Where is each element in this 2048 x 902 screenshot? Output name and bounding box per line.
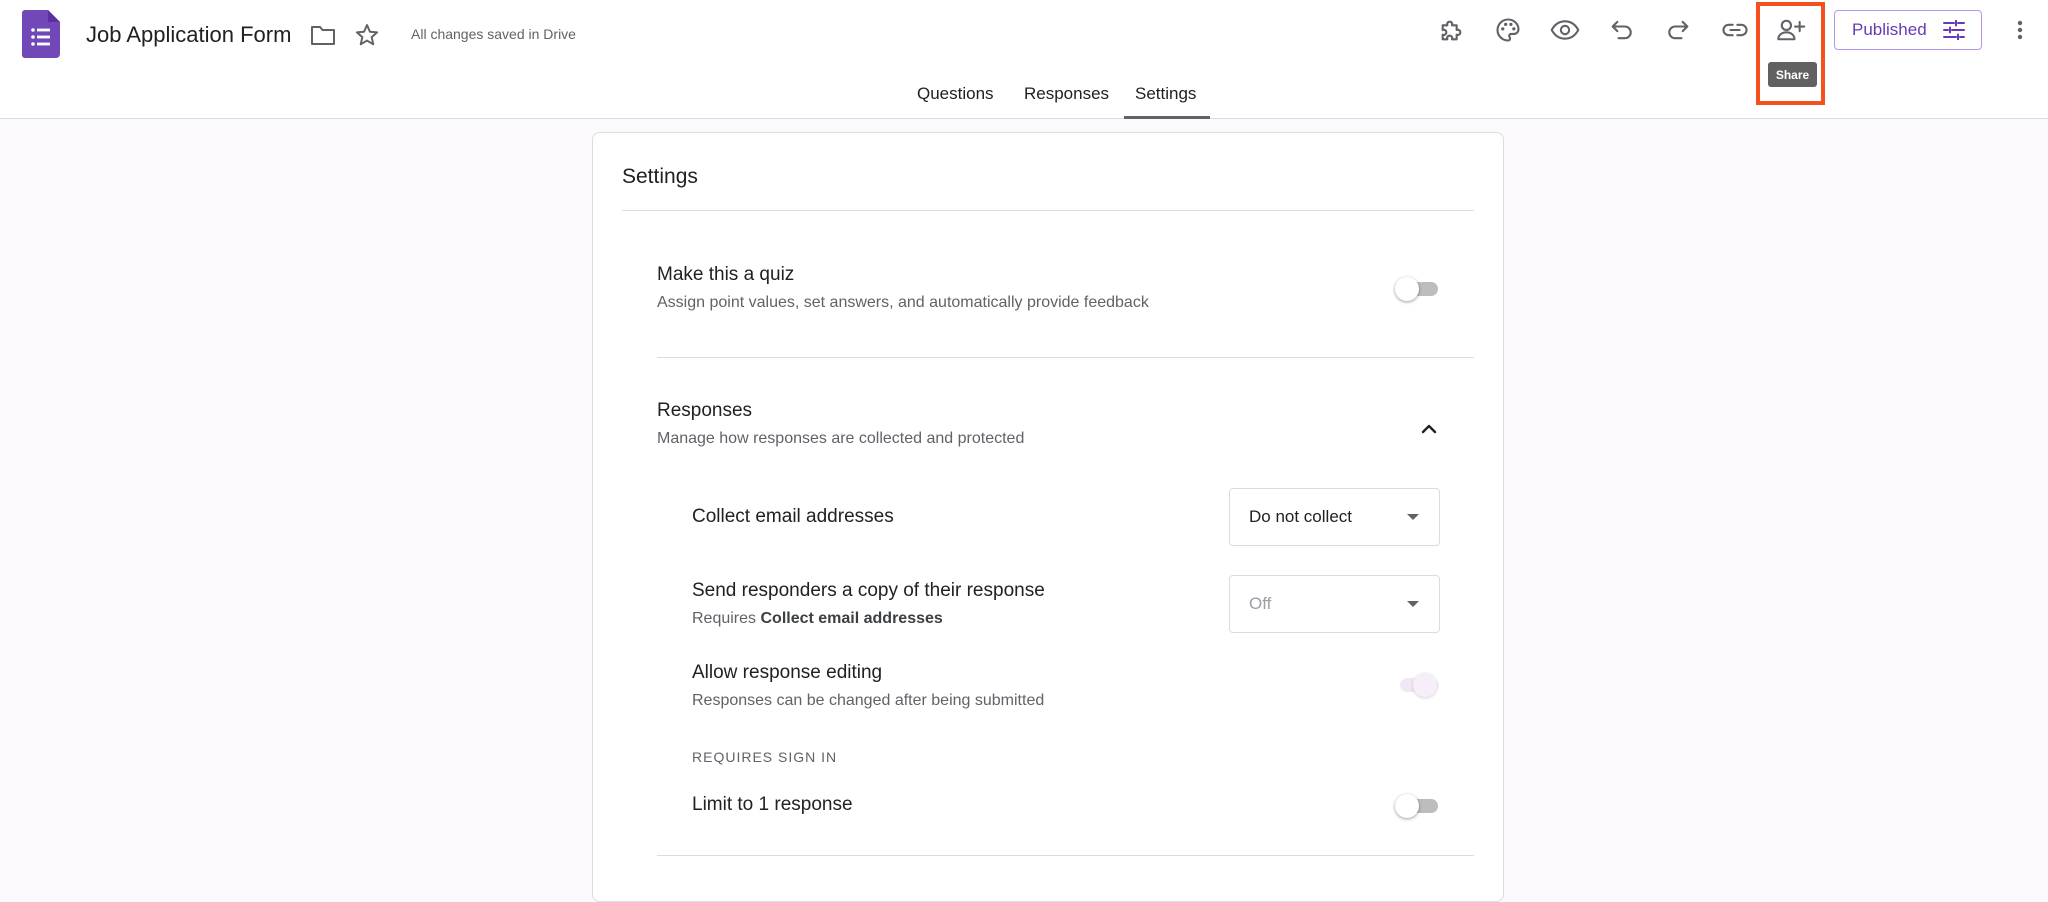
limit-response-label: Limit to 1 response — [692, 794, 853, 815]
dropdown-arrow-icon — [1407, 601, 1419, 607]
move-to-folder-button[interactable] — [306, 18, 340, 52]
divider — [657, 357, 1474, 358]
requires-sign-in-label: REQUIRES SIGN IN — [692, 749, 838, 765]
allow-editing-label: Allow response editing — [692, 662, 883, 683]
send-copy-label: Send responders a copy of their response — [692, 580, 1045, 601]
quiz-toggle[interactable] — [1395, 277, 1439, 301]
chevron-up-icon — [1421, 424, 1437, 434]
responses-section-description: Manage how responses are collected and p… — [657, 430, 1025, 447]
send-copy-select[interactable]: Off — [1229, 575, 1440, 633]
quiz-title: Make this a quiz — [657, 264, 795, 285]
puzzle-icon — [1441, 20, 1462, 41]
settings-title: Settings — [622, 165, 698, 188]
star-button[interactable] — [350, 18, 384, 52]
tab-settings[interactable]: Settings — [1124, 84, 1210, 119]
send-copy-value: Off — [1249, 594, 1272, 613]
more-options-button[interactable] — [2000, 10, 2040, 50]
tab-responses[interactable]: Responses — [1024, 84, 1109, 119]
tab-bar: Questions Responses Settings — [0, 84, 2048, 119]
tab-questions[interactable]: Questions — [917, 84, 994, 119]
redo-icon — [1668, 20, 1689, 40]
limit-response-toggle[interactable] — [1395, 794, 1439, 818]
addons-button[interactable] — [1432, 10, 1472, 50]
dropdown-arrow-icon — [1407, 514, 1419, 520]
customize-theme-button[interactable] — [1488, 10, 1528, 50]
allow-editing-description: Responses can be changed after being sub… — [692, 692, 1045, 709]
send-copy-requirement: Requires Collect email addresses — [692, 610, 943, 627]
published-label: Published — [1852, 20, 1927, 39]
link-icon — [1722, 23, 1748, 37]
divider — [622, 210, 1474, 211]
copy-link-button[interactable] — [1715, 10, 1755, 50]
document-title[interactable]: Job Application Form — [86, 22, 291, 48]
collect-email-select[interactable]: Do not collect — [1229, 488, 1440, 546]
preview-button[interactable] — [1545, 10, 1585, 50]
collapse-responses-button[interactable] — [1415, 415, 1443, 443]
tune-icon — [1943, 20, 1965, 40]
quiz-description: Assign point values, set answers, and au… — [657, 294, 1149, 311]
divider — [657, 855, 1474, 856]
published-button[interactable]: Published — [1834, 10, 1982, 50]
redo-button[interactable] — [1658, 10, 1698, 50]
palette-icon — [1496, 18, 1520, 42]
more-vert-icon — [2017, 20, 2023, 40]
responses-section-title: Responses — [657, 400, 753, 421]
undo-icon — [1611, 20, 1632, 40]
allow-editing-toggle[interactable] — [1395, 673, 1439, 697]
collect-email-value: Do not collect — [1249, 507, 1352, 526]
settings-card: Settings Make this a quiz Assign point v… — [592, 132, 1504, 902]
undo-button[interactable] — [1602, 10, 1642, 50]
top-bar: Job Application Form All changes saved i… — [0, 0, 2048, 119]
forms-logo-icon[interactable] — [22, 10, 60, 58]
save-status: All changes saved in Drive — [411, 26, 576, 42]
eye-icon — [1550, 20, 1580, 40]
collect-email-label: Collect email addresses — [692, 506, 894, 527]
folder-icon — [311, 26, 335, 45]
star-icon — [355, 24, 379, 46]
